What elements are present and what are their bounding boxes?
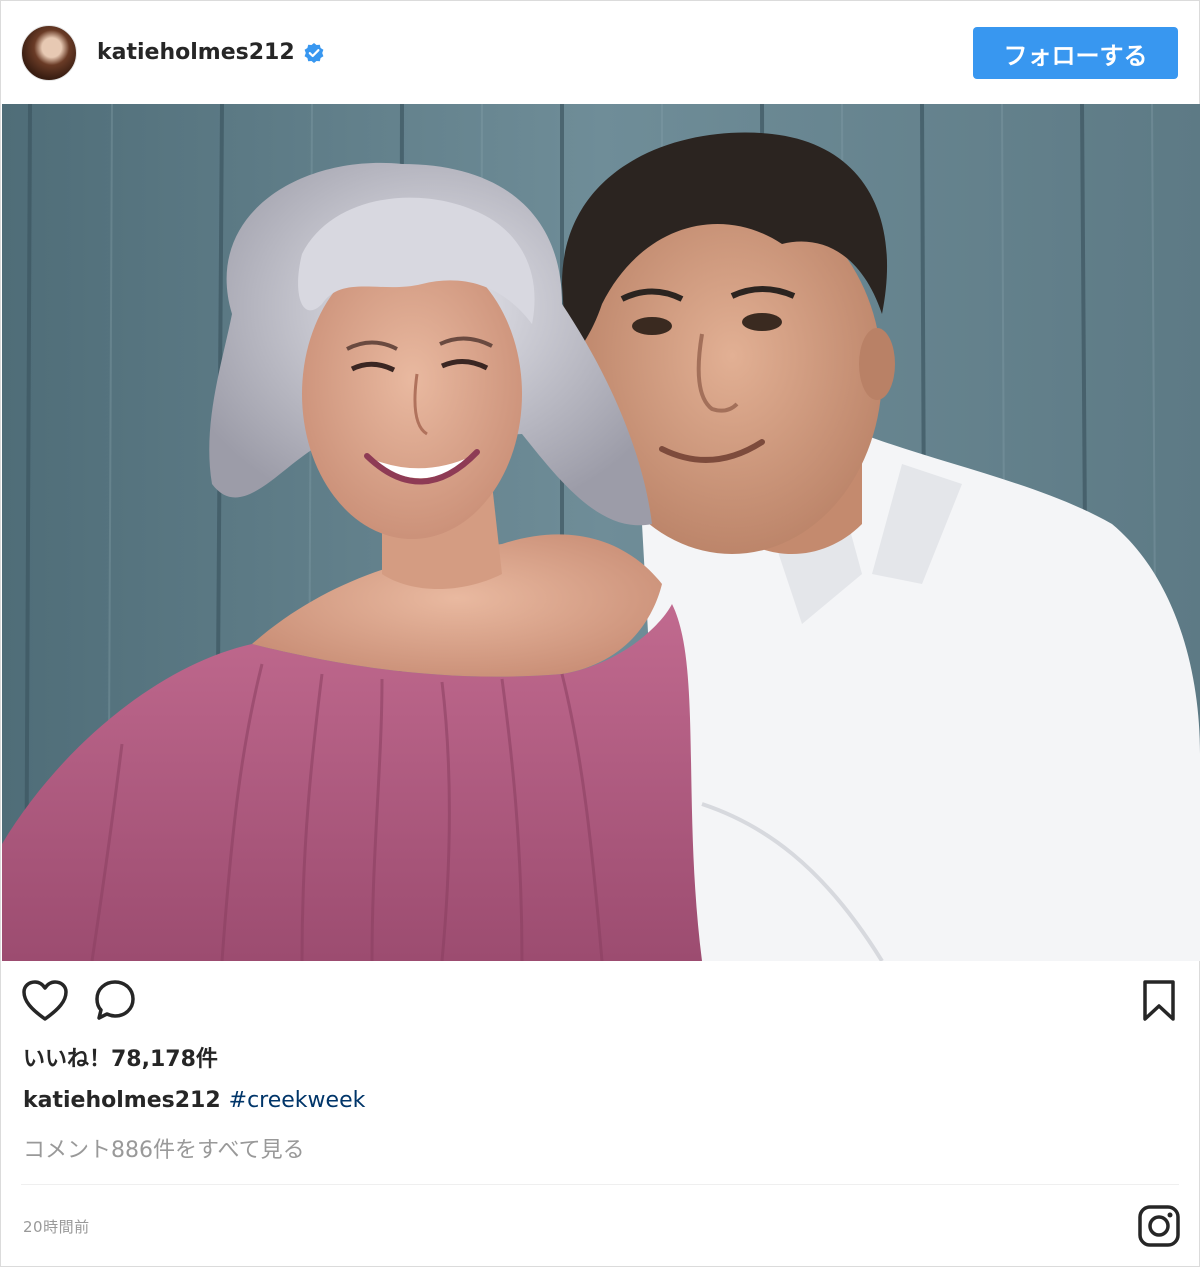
view-all-comments-link[interactable]: コメント886件をすべて見る <box>23 1132 305 1164</box>
verified-badge-icon <box>303 42 325 64</box>
timestamp[interactable]: 20時間前 <box>23 1216 90 1237</box>
avatar[interactable] <box>21 24 77 81</box>
likes-count[interactable]: いいね！78,178件 <box>23 1041 218 1073</box>
header-username[interactable]: katieholmes212 <box>97 40 295 65</box>
post-photo[interactable] <box>2 104 1200 961</box>
photo-illustration <box>2 104 1200 961</box>
follow-button[interactable]: フォローする <box>973 27 1178 79</box>
speech-bubble-icon[interactable] <box>93 978 137 1024</box>
post-header: katieholmes212 フォローする <box>1 1 1199 104</box>
divider <box>21 1184 1179 1185</box>
instagram-post: katieholmes212 フォローする いいね！78,178件 katieh… <box>0 0 1200 1267</box>
instagram-logo-icon[interactable] <box>1137 1204 1181 1248</box>
action-bar <box>1 961 1199 1041</box>
caption-username[interactable]: katieholmes212 <box>23 1088 221 1113</box>
caption-hashtag[interactable]: #creekweek <box>229 1088 366 1113</box>
caption: katieholmes212 #creekweek <box>23 1088 365 1113</box>
heart-outline-icon[interactable] <box>21 979 69 1023</box>
bookmark-icon[interactable] <box>1141 979 1177 1023</box>
